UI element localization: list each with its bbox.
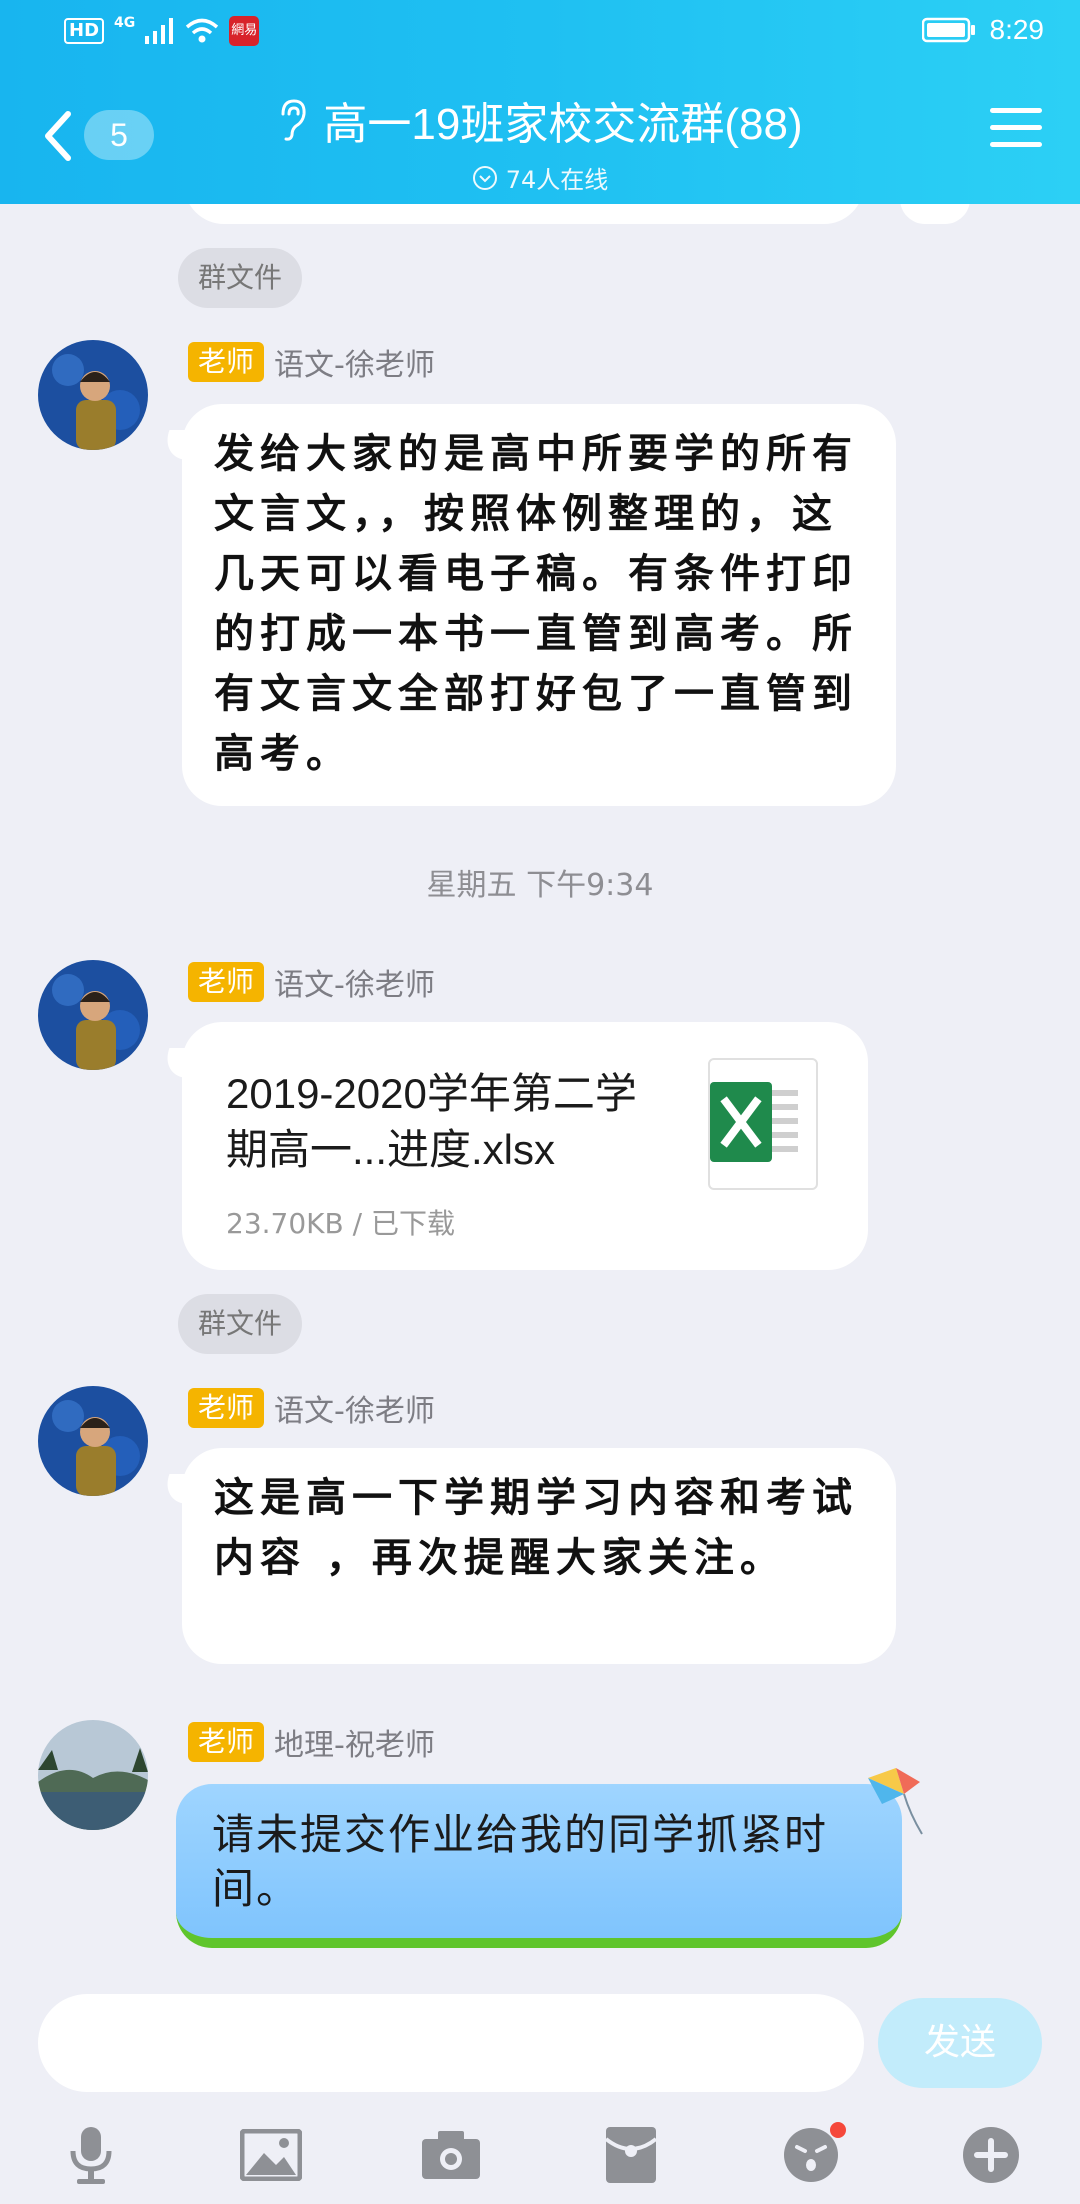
send-button[interactable]: 发送: [878, 1998, 1042, 2088]
sender-name[interactable]: 语文-徐老师: [274, 960, 435, 1004]
message-bubble[interactable]: 这是高一下学期学习内容和考试内容 ，再次提醒大家关注。: [182, 1448, 896, 1664]
themed-message-bubble[interactable]: 请未提交作业给我的同学抓紧时间。: [176, 1784, 902, 1948]
file-size: 23.70KB / 已下载: [226, 1207, 455, 1240]
avatar[interactable]: [38, 340, 148, 450]
message-bubble[interactable]: 发给大家的是高中所要学的所有文言文，，按照体例整理的，这几天可以看电子稿。有条件…: [182, 404, 896, 806]
microphone-icon: [70, 2127, 112, 2184]
signal-icon: [145, 18, 174, 44]
red-packet-button[interactable]: [596, 2120, 666, 2190]
group-file-tag[interactable]: 群文件: [178, 1294, 303, 1354]
camera-button[interactable]: [416, 2120, 486, 2190]
previous-message-sticker: [900, 204, 970, 224]
more-button[interactable]: [956, 2120, 1026, 2190]
role-badge: 老师: [188, 962, 265, 1002]
message-input[interactable]: [38, 1994, 864, 2092]
menu-icon: [990, 108, 1042, 113]
unread-count-badge: 5: [84, 110, 154, 160]
message-text: 请未提交作业给我的同学抓紧时间。: [212, 1810, 829, 1913]
input-toolbar: [0, 2110, 1080, 2204]
red-packet-icon: [604, 2127, 658, 2183]
chat-header: HD 4G 網易 8:29 5 高一19班家校交流群(88) 74人在线: [0, 0, 1080, 204]
avatar[interactable]: [38, 1720, 148, 1830]
kite-icon: [868, 1768, 923, 1835]
battery-icon: [921, 17, 975, 43]
hd-indicator: HD: [64, 18, 105, 44]
teacher-avatar-image: [38, 1720, 148, 1830]
voice-button[interactable]: [56, 2120, 126, 2190]
file-name: 2019-2020学年第二学期高一...进度.xlsx: [226, 1070, 637, 1173]
time-separator: 星期五 下午9:34: [426, 868, 654, 903]
network-type: 4G: [114, 15, 136, 31]
chat-title-area[interactable]: 高一19班家校交流群(88) 74人在线: [230, 88, 850, 195]
sender-name[interactable]: 地理-祝老师: [274, 1720, 435, 1764]
camera-icon: [422, 2131, 480, 2179]
sender-name[interactable]: 语文-徐老师: [274, 340, 435, 384]
avatar[interactable]: [38, 1386, 148, 1496]
file-message-card[interactable]: 2019-2020学年第二学期高一...进度.xlsx 23.70KB / 已下…: [182, 1022, 868, 1270]
previous-message-bubble[interactable]: [184, 204, 864, 224]
message-text: 发给大家的是高中所要学的所有文言文，，按照体例整理的，这几天可以看电子稿。有条件…: [214, 430, 858, 777]
role-badge: 老师: [188, 342, 265, 382]
wifi-icon: [186, 18, 219, 43]
emoji-button[interactable]: [776, 2120, 846, 2190]
message-text: 这是高一下学期学习内容和考试内容 ，再次提醒大家关注。: [214, 1474, 858, 1581]
group-file-tag[interactable]: 群文件: [178, 248, 303, 308]
page-title: 高一19班家校交流群(88): [323, 100, 803, 149]
excel-icon: [708, 1058, 818, 1190]
teacher-avatar-image: [38, 340, 148, 450]
message-list[interactable]: 群文件 老师 语文-徐老师 发给大家的是高中所要学的所有文言文，，按照体例整理的…: [0, 204, 1080, 1994]
image-icon: [240, 2129, 302, 2181]
teacher-avatar-image: [38, 1386, 148, 1496]
menu-button[interactable]: [990, 108, 1042, 154]
back-button[interactable]: 5: [40, 104, 160, 168]
online-count: 74人在线: [505, 166, 609, 194]
status-bar: HD 4G 網易 8:29: [0, 0, 1080, 66]
new-indicator-dot: [830, 2122, 846, 2138]
app-notification-icon: 網易: [229, 16, 260, 46]
teacher-avatar-image: [38, 960, 148, 1070]
sender-name[interactable]: 语文-徐老师: [274, 1386, 435, 1430]
chevron-left-icon: [45, 111, 71, 161]
chevron-circle-icon: [472, 165, 497, 190]
image-button[interactable]: [236, 2120, 306, 2190]
plus-icon: [963, 2127, 1019, 2183]
role-badge: 老师: [188, 1722, 265, 1762]
clock: 8:29: [989, 14, 1045, 45]
role-badge: 老师: [188, 1388, 265, 1428]
ear-icon: [281, 99, 306, 141]
avatar[interactable]: [38, 960, 148, 1070]
